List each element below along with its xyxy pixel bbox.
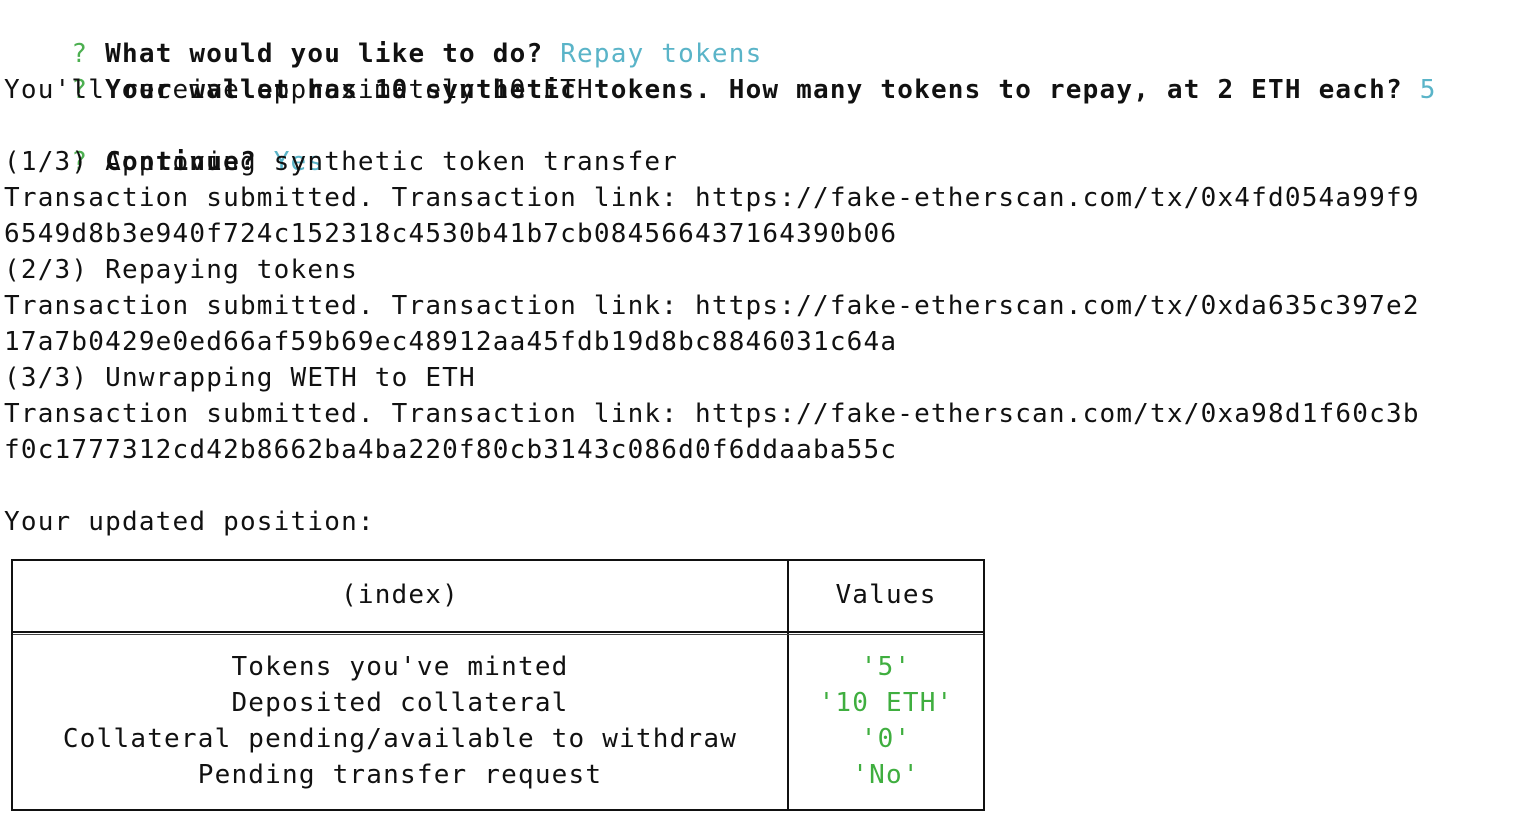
tx-link-unwrap-part1[interactable]: Transaction submitted. Transaction link:… [4,396,1520,432]
prompt-line-continue: ? Continue? Yes [4,108,1520,177]
row-label-pending-transfer: Pending transfer request [197,760,603,790]
tx-link-unwrap-part2[interactable]: f0c1777312cd42b8662ba4ba220f80cb3143c086… [4,432,1520,468]
tx-link-approve-part2[interactable]: 6549d8b3e940f724c152318c4530b41b7cb08456… [4,216,1520,252]
header-values: Values [835,580,937,610]
header-divider [13,631,983,633]
prompt-line-repay-amount: ? Your wallet has 10 synthetic tokens. H… [4,36,1520,105]
receive-estimate: You'll receive approximately 10 ETH [4,75,594,105]
row-value-collateral-pending: '0' [860,724,912,754]
step-approve: (1/3) Approving synthetic token transfer [4,147,679,177]
header-index: (index) [341,580,459,610]
terminal-output: ? What would you like to do? Repay token… [4,0,1520,540]
step-unwrap: (3/3) Unwrapping WETH to ETH [4,363,476,393]
prompt-line-action: ? What would you like to do? Repay token… [4,0,1520,69]
row-value-tokens-minted: '5' [860,652,912,682]
row-value-pending-transfer: 'No' [852,760,920,790]
position-table: (index) Values Tokens you've minted '5' … [11,559,985,811]
tx-link-repay-part2[interactable]: 17a7b0429e0ed66af59b69ec48912aa45fdb19d8… [4,324,1520,360]
tx-link-approve-part1[interactable]: Transaction submitted. Transaction link:… [4,180,1520,216]
row-label-collateral-pending: Collateral pending/available to withdraw [62,724,738,754]
position-heading: Your updated position: [4,507,375,537]
header-divider-inner [13,634,983,635]
tx-link-repay-part1[interactable]: Transaction submitted. Transaction link:… [4,288,1520,324]
row-label-deposited-collateral: Deposited collateral [231,688,569,718]
step-repay: (2/3) Repaying tokens [4,255,358,285]
row-value-deposited-collateral: '10 ETH' [818,688,954,718]
row-label-tokens-minted: Tokens you've minted [231,652,569,682]
